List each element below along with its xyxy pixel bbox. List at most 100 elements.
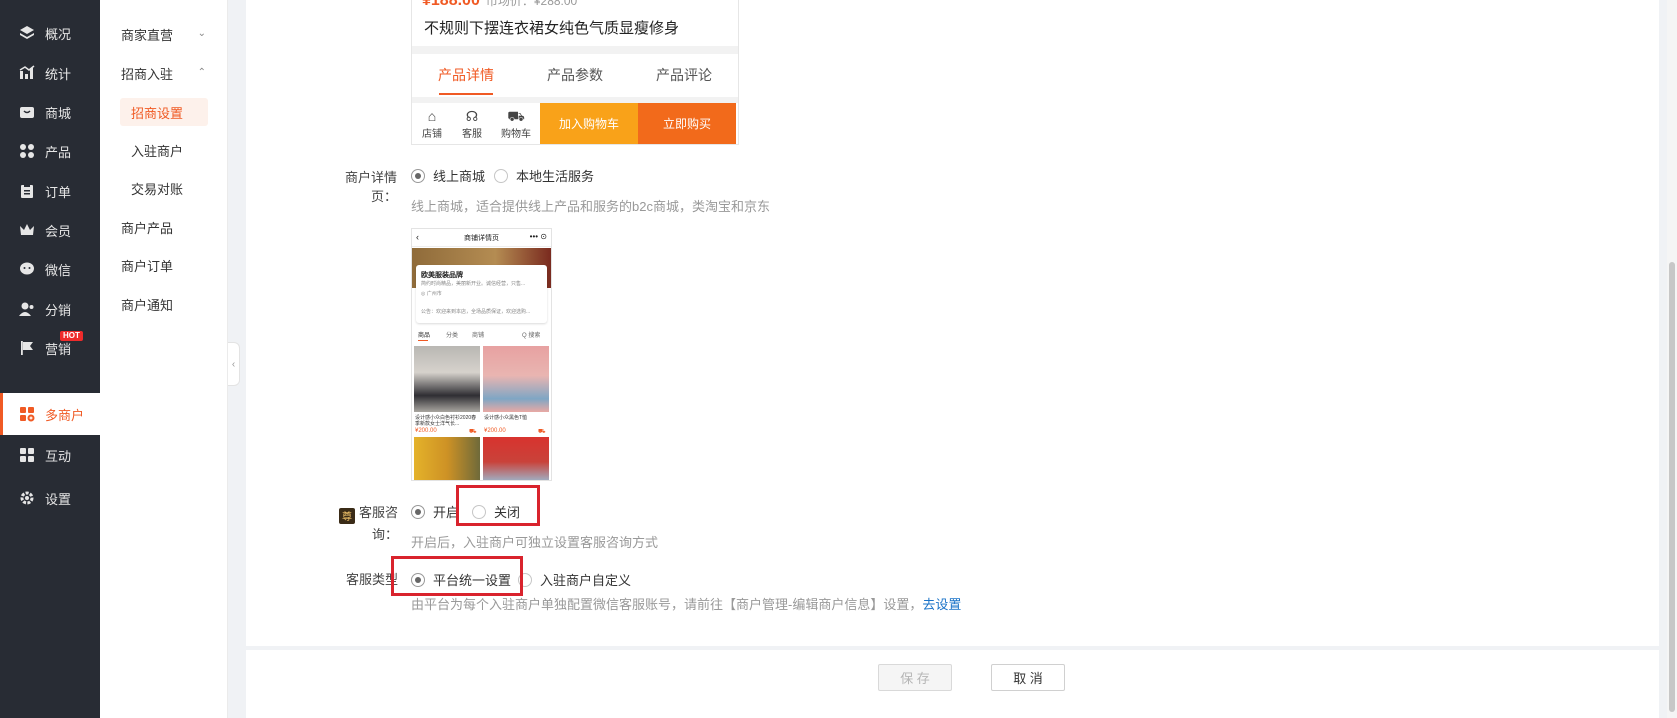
- nav-item-settings[interactable]: 设置: [0, 477, 100, 519]
- nav-label: 概况: [45, 26, 72, 42]
- customer-service-label: 尊客服咨询：: [318, 502, 398, 543]
- sub-menu: 商家直营 ⌄ 招商入驻 ⌃ 招商设置 入驻商户 交易对账 商户产品 商户订单 商…: [100, 0, 228, 718]
- shop-icon: ⌂: [427, 107, 437, 124]
- more-icon: ••• ⊙: [529, 232, 547, 241]
- submenu-label: 招商入驻: [121, 66, 174, 82]
- submenu-merchant-orders[interactable]: 商户订单: [100, 249, 228, 281]
- product-photo: [414, 346, 480, 412]
- nav-item-member[interactable]: 会员: [0, 209, 100, 251]
- cart-icon: ⛟: [469, 429, 477, 435]
- nav-label: 商城: [45, 105, 72, 121]
- store-tab: 分类: [446, 333, 459, 339]
- chart-icon: [18, 64, 36, 82]
- service-type-hint: 由平台为每个入驻商户单独配置微信客服账号，请前往【商户管理-编辑商户信息】设置，…: [411, 594, 961, 613]
- store-detail-preview: ‹ 商铺详情页 ••• ⊙ 欧美服装品牌 简约时尚精品，美丽新开业。诚信经营，只…: [411, 228, 552, 481]
- nav-item-wechat[interactable]: 微信: [0, 248, 100, 290]
- radio-label: 线上商城: [433, 169, 486, 184]
- settings-panel: ¥188.00 市场价：¥288.00 不规则下摆连衣裙女纯色气质显瘦修身 产品详…: [246, 0, 1659, 646]
- submenu-recruit[interactable]: 招商入驻 ⌃: [100, 57, 228, 89]
- nav-item-overview[interactable]: 概况: [0, 12, 100, 54]
- product-price: ¥200.00: [484, 428, 506, 434]
- nav-label: 分销: [45, 302, 72, 318]
- nav-item-distribution[interactable]: 分销: [0, 288, 100, 330]
- add-to-cart-button: 加入购物车: [540, 103, 638, 144]
- nav-item-order[interactable]: 订单: [0, 170, 100, 212]
- shop-entry: ⌂ 店铺: [412, 103, 452, 144]
- radio-service-on[interactable]: 开启: [411, 502, 459, 521]
- main-content: ¥188.00 市场价：¥288.00 不规则下摆连衣裙女纯色气质显瘦修身 产品详…: [246, 0, 1677, 718]
- icon-label: 客服: [462, 128, 482, 140]
- submenu-label: 交易对账: [131, 181, 184, 197]
- nav-item-marketing[interactable]: 营销 HOT: [0, 327, 100, 369]
- chevron-left-icon: ‹: [231, 358, 236, 370]
- scrollbar-thumb[interactable]: [1669, 262, 1675, 712]
- radio-dot: [411, 168, 425, 183]
- submenu-merchants[interactable]: 入驻商户: [100, 134, 228, 166]
- form-footer: 保 存 取 消: [246, 650, 1659, 718]
- market-price: 市场价：¥288.00: [485, 0, 578, 8]
- gear-icon: [18, 489, 36, 507]
- hint-text: 由平台为每个入驻商户单独配置微信客服账号，请前往【商户管理-编辑商户信息】设置，: [411, 597, 923, 612]
- nav-label: 订单: [45, 184, 72, 200]
- crown-icon: [18, 221, 36, 239]
- submenu-direct-sale[interactable]: 商家直营 ⌄: [100, 18, 228, 50]
- icon-label: 购物车: [501, 128, 531, 140]
- nav-item-stats[interactable]: 统计: [0, 52, 100, 94]
- highlight-box: [456, 485, 540, 526]
- multi-merchant-icon: [18, 405, 36, 423]
- store-location: ◎ 广州市: [421, 291, 442, 297]
- submenu-label: 入驻商户: [131, 143, 184, 159]
- store-desc: 简约时尚精品，美丽新开业。诚信经营，只售...: [421, 281, 526, 287]
- nav-label: 设置: [45, 491, 72, 507]
- submenu-recruit-settings[interactable]: 招商设置: [100, 96, 228, 128]
- submenu-label: 招商设置: [131, 105, 184, 121]
- go-settings-link[interactable]: 去设置: [922, 597, 961, 612]
- tab-label: 产品评论: [656, 67, 712, 83]
- radio-label: 本地生活服务: [516, 169, 595, 184]
- submenu-reconciliation[interactable]: 交易对账: [100, 172, 228, 204]
- radio-dot: [411, 504, 425, 519]
- nav-item-multi-merchant[interactable]: 多商户: [0, 393, 100, 435]
- wechat-icon: [18, 260, 36, 278]
- mall-icon: [18, 103, 36, 121]
- product-name: 设计感小众黑色T恤: [484, 415, 528, 421]
- nav-item-interact[interactable]: 互动: [0, 434, 100, 476]
- submenu-label: 商户订单: [121, 258, 174, 274]
- store-announcement: 公告：欢迎来到本店，全场品质保证，欢迎选购...: [421, 309, 531, 315]
- store-tab: 商铺: [472, 333, 485, 339]
- layers-icon: [18, 24, 36, 42]
- tab-product-detail: 产品详情: [412, 60, 520, 95]
- collapse-sidebar-button[interactable]: ‹: [228, 342, 240, 386]
- product-photo: [483, 346, 549, 412]
- detail-page-hint: 线上商城，适合提供线上产品和服务的b2c商城，类淘宝和京东: [411, 199, 770, 214]
- cart-icon: ⛟: [507, 107, 525, 124]
- save-button[interactable]: 保 存: [878, 664, 952, 691]
- nav-item-product[interactable]: 产品: [0, 130, 100, 172]
- back-icon: ‹: [416, 232, 419, 242]
- product-title: 不规则下摆连衣裙女纯色气质显瘦修身: [424, 20, 680, 37]
- store-name: 欧美服装品牌: [421, 272, 463, 279]
- tab-product-reviews: 产品评论: [630, 60, 738, 90]
- divider: [412, 46, 738, 54]
- vertical-scrollbar[interactable]: [1667, 0, 1677, 718]
- nav-item-mall[interactable]: 商城: [0, 91, 100, 133]
- radio-merchant-custom[interactable]: 入驻商户自定义: [518, 570, 631, 589]
- nav-label: 营销: [45, 341, 72, 357]
- submenu-merchant-notices[interactable]: 商户通知: [100, 288, 228, 320]
- tab-label: 产品参数: [547, 67, 603, 83]
- cancel-button[interactable]: 取 消: [991, 664, 1065, 691]
- store-tab: 商品: [418, 333, 431, 339]
- radio-local-service[interactable]: 本地生活服务: [494, 166, 594, 185]
- radio-online-mall[interactable]: 线上商城: [411, 166, 485, 185]
- headset-icon: ☊: [465, 107, 479, 124]
- submenu-merchant-products[interactable]: 商户产品: [100, 211, 228, 243]
- vip-badge-icon: 尊: [338, 507, 355, 524]
- store-header: ‹ 商铺详情页 ••• ⊙: [412, 229, 551, 247]
- distribution-icon: [18, 300, 36, 318]
- radio-dot: [494, 168, 508, 183]
- product-photo: [414, 437, 480, 480]
- main-nav: 概况 统计 商城 产品 订单 会员 微信 分销 营销 HOT 多商户 互动 设置: [0, 0, 100, 718]
- submenu-label: 商户产品: [121, 220, 174, 236]
- store-tabs: 商品 分类 商铺 Q 搜索: [412, 328, 551, 342]
- buy-now-button: 立即购买: [638, 103, 736, 144]
